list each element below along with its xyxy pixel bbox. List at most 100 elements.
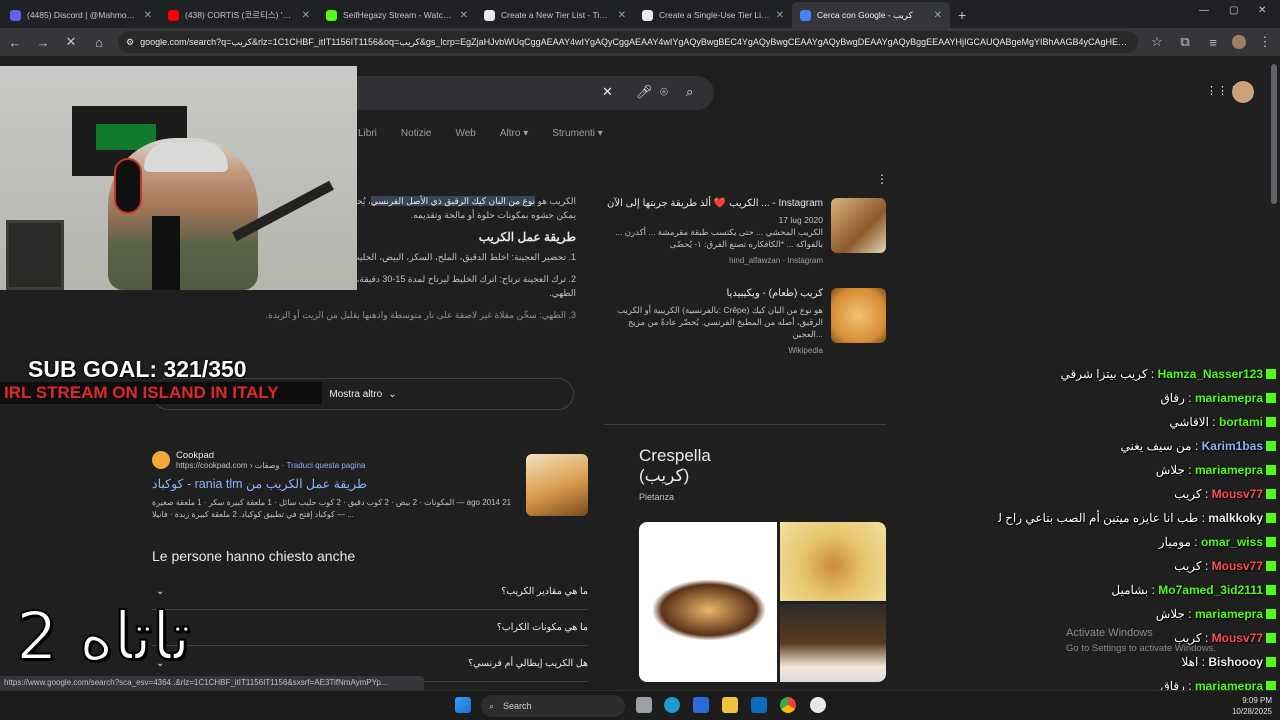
back-icon[interactable]: ← bbox=[6, 35, 24, 50]
browser-tab[interactable]: Cerca con Google - كريب ✕ bbox=[792, 2, 950, 28]
edge-icon[interactable] bbox=[664, 697, 680, 713]
knowledge-panel: Crespella (كريب) Pietanza bbox=[639, 446, 887, 502]
kp-image-main[interactable] bbox=[639, 522, 777, 682]
result-source: Wikipedia bbox=[788, 346, 823, 355]
browser-tab-bar: (4485) Discord | @Mahmoud Se ✕ (438) CORTI… bbox=[0, 0, 1280, 28]
result-title[interactable]: الكريب ❤️ ألذ طريقة جربتها إلى الآن ... … bbox=[604, 198, 823, 210]
chat-username[interactable]: Mousv77 bbox=[1212, 631, 1263, 645]
account-avatar[interactable] bbox=[1232, 81, 1254, 103]
result-snippet: الكريبية أو الكريب (بالفرنسية: Crêpe) هو… bbox=[617, 305, 823, 339]
voice-search-icon[interactable]: 🎤︎ bbox=[636, 84, 653, 100]
result-title-link[interactable]: طريقة عمل الكريب من rania tlm - كوكباد bbox=[152, 476, 588, 491]
search-box[interactable]: ✕ 🎤︎ ⌾ ⌕ bbox=[340, 76, 714, 110]
close-window-icon[interactable]: ✕ bbox=[1258, 5, 1266, 16]
app-icon[interactable] bbox=[810, 697, 826, 713]
chat-message: bortami : الاقاشي bbox=[998, 410, 1280, 434]
picture-frame bbox=[6, 220, 64, 290]
system-tray-clock[interactable]: 9:09 PM 10/28/2025 bbox=[1232, 695, 1272, 717]
chat-username[interactable]: mariamepra bbox=[1195, 463, 1263, 477]
kp-image-2[interactable] bbox=[780, 522, 886, 601]
chat-username[interactable]: Hamza_Nasser123 bbox=[1158, 367, 1263, 381]
minimize-icon[interactable]: — bbox=[1199, 5, 1209, 16]
tab-favicon-icon bbox=[642, 9, 653, 21]
chat-username[interactable]: Mousv77 bbox=[1212, 487, 1263, 501]
paa-question-text: ما هي مقادير الكريب؟ bbox=[501, 586, 588, 597]
taskbar-search[interactable]: ⌕ Search bbox=[481, 695, 625, 717]
result-instagram[interactable]: الكريب ❤️ ألذ طريقة جربتها إلى الآن ... … bbox=[604, 198, 886, 288]
chat-username[interactable]: mariamepra bbox=[1195, 607, 1263, 621]
chat-text: رقاق bbox=[1160, 391, 1185, 405]
store-icon[interactable] bbox=[693, 697, 709, 713]
forward-icon[interactable]: → bbox=[34, 35, 52, 50]
kp-type: Pietanza bbox=[639, 492, 675, 502]
kick-badge-icon bbox=[1266, 393, 1276, 403]
chat-username[interactable]: Mo7amed_3id2111 bbox=[1158, 583, 1263, 597]
result-wikipedia[interactable]: كريب (طعام) - ويكيبيديا الكريبية أو الكر… bbox=[604, 288, 886, 378]
filter-altro[interactable]: Altro ▾ bbox=[500, 128, 528, 139]
translate-link[interactable]: Traduci questa pagina bbox=[286, 461, 365, 470]
profile-avatar[interactable] bbox=[1232, 35, 1246, 49]
watermark-title: Activate Windows bbox=[1066, 627, 1153, 639]
address-bar[interactable]: ⚙ google.com/search?q=كريب&rlz=1C1CHBF_i… bbox=[118, 31, 1138, 53]
more-options-icon[interactable]: ⋮ bbox=[876, 172, 888, 186]
new-tab-button[interactable]: + bbox=[950, 2, 974, 28]
maximize-icon[interactable]: ▢ bbox=[1229, 5, 1238, 16]
kick-badge-icon bbox=[1266, 609, 1276, 619]
tab-close-icon[interactable]: ✕ bbox=[776, 10, 784, 21]
chrome-icon[interactable] bbox=[780, 697, 796, 713]
chat-username[interactable]: malkkoky bbox=[1208, 511, 1263, 525]
start-icon[interactable] bbox=[455, 697, 471, 713]
task-view-icon[interactable] bbox=[636, 697, 652, 713]
site-info-icon[interactable]: ⚙ bbox=[126, 37, 134, 48]
chat-text: اهلا bbox=[1181, 655, 1199, 669]
filter-libri[interactable]: Libri bbox=[358, 128, 377, 139]
chat-message: Mousv77 : كريب bbox=[998, 554, 1280, 578]
tab-close-icon[interactable]: ✕ bbox=[934, 10, 942, 21]
tab-close-icon[interactable]: ✕ bbox=[144, 10, 152, 21]
lens-icon[interactable]: ⌾ bbox=[660, 84, 668, 100]
chat-text: بشاميل bbox=[1111, 583, 1149, 597]
chat-text: جلاش bbox=[1155, 607, 1185, 621]
browser-tab[interactable]: Create a Single-Use Tier List (Pu ✕ bbox=[634, 2, 792, 28]
browser-tab[interactable]: Create a New Tier List - TierMa ✕ bbox=[476, 2, 634, 28]
filter-web[interactable]: Web bbox=[455, 128, 475, 139]
chat-username[interactable]: mariamepra bbox=[1195, 391, 1263, 405]
file-explorer-icon[interactable] bbox=[722, 697, 738, 713]
chat-text: كريب بيتزا شرقي bbox=[1060, 367, 1148, 381]
browser-tab[interactable]: (438) CORTIS (코르티스) 'FaSHi... ✕ bbox=[160, 2, 318, 28]
search-icon[interactable]: ⌕ bbox=[686, 84, 693, 100]
clear-search-icon[interactable]: ✕ bbox=[602, 84, 613, 100]
paa-question[interactable]: ما هي مكونات الكراب؟ ⌄ bbox=[152, 610, 588, 646]
reading-list-icon[interactable]: ≡ bbox=[1204, 35, 1222, 50]
scrollbar[interactable] bbox=[1271, 64, 1277, 204]
intro-highlight: نوع من البان كيك الرقيق ذي الأصل الفرنسي bbox=[370, 196, 536, 206]
chat-username[interactable]: bortami bbox=[1219, 415, 1263, 429]
chat-text: كريب bbox=[1174, 559, 1202, 573]
kick-badge-icon bbox=[1266, 585, 1276, 595]
reload-icon[interactable]: ✕ bbox=[62, 34, 80, 50]
extensions-icon[interactable]: ⧉ bbox=[1176, 34, 1194, 50]
paa-question[interactable]: ما هي مقادير الكريب؟ ⌄ bbox=[152, 574, 588, 610]
filter-notizie[interactable]: Notizie bbox=[401, 128, 432, 139]
bookmark-star-icon[interactable]: ☆ bbox=[1148, 34, 1166, 50]
home-icon[interactable]: ⌂ bbox=[90, 35, 108, 50]
tab-close-icon[interactable]: ✕ bbox=[618, 10, 626, 21]
tab-close-icon[interactable]: ✕ bbox=[302, 10, 310, 21]
wikipedia-thumbnail[interactable] bbox=[831, 288, 886, 343]
chat-username[interactable]: Karim1bas bbox=[1202, 439, 1263, 453]
browser-tab[interactable]: SeifHegazy Stream - Watch Live ✕ bbox=[318, 2, 476, 28]
chat-text: كريب bbox=[1174, 487, 1202, 501]
browser-tab[interactable]: (4485) Discord | @Mahmoud Se ✕ bbox=[2, 2, 160, 28]
result-title[interactable]: كريب (طعام) - ويكيبيديا bbox=[604, 288, 824, 300]
filter-strumenti[interactable]: Strumenti ▾ bbox=[552, 128, 603, 139]
kp-image-3[interactable] bbox=[780, 604, 886, 682]
browser-menu-icon[interactable]: ⋮ bbox=[1256, 34, 1274, 50]
result-cookpad: Cookpad https://cookpad.com › وصفات · Tr… bbox=[152, 450, 588, 521]
chat-username[interactable]: omar_wiss bbox=[1201, 535, 1263, 549]
outlook-icon[interactable] bbox=[751, 697, 767, 713]
cookpad-thumbnail[interactable] bbox=[526, 454, 588, 516]
chat-username[interactable]: Mousv77 bbox=[1212, 559, 1263, 573]
tab-close-icon[interactable]: ✕ bbox=[460, 10, 468, 21]
chat-username[interactable]: Bishoooy bbox=[1208, 655, 1263, 669]
instagram-thumbnail[interactable] bbox=[831, 198, 886, 253]
